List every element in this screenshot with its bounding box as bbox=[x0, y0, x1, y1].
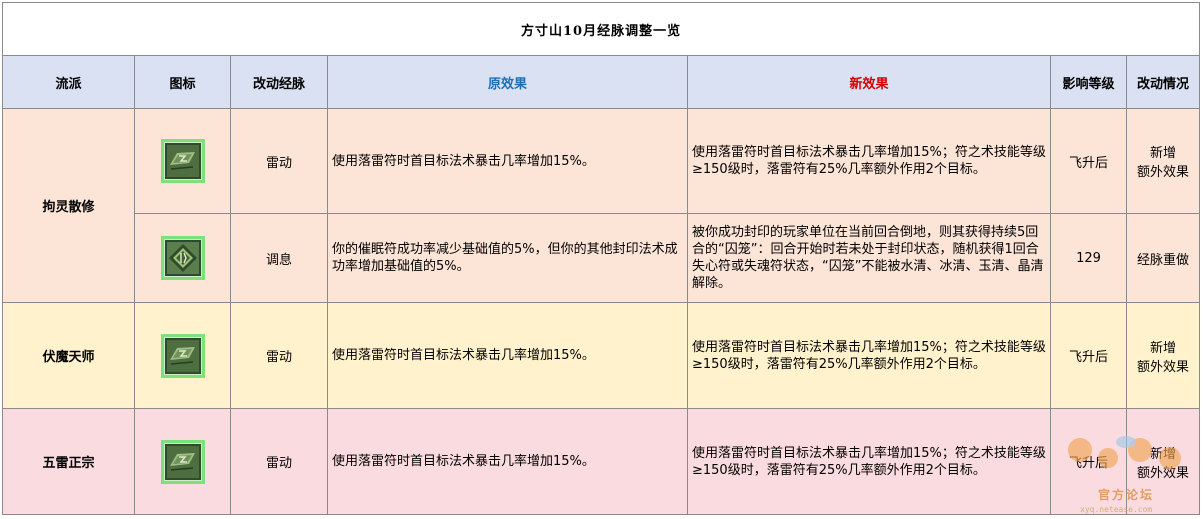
thunder-talisman-icon bbox=[160, 139, 205, 183]
icon-cell bbox=[134, 302, 231, 409]
channel-cell: 调息 bbox=[230, 213, 328, 303]
change-cell: 新增 额外效果 bbox=[1125, 408, 1201, 515]
level-cell: 129 bbox=[1050, 213, 1127, 303]
seal-rune-icon bbox=[160, 236, 205, 280]
table-row: 伏魔天师 雷动 使用落雷符时首目标法术暴击几率增加15%。 使用落雷符时首目标法… bbox=[2, 302, 1201, 409]
change-cell: 新增 额外效果 bbox=[1125, 302, 1201, 409]
table-row: 调息 你的催眠符成功率减少基础值的5%，但你的其他封印法术成功率增加基础值的5%… bbox=[3, 213, 1201, 303]
spreadsheet: 方寸山10月经脉调整一览 流派 图标 改动经脉 原效果 新效果 影响等级 改动情… bbox=[0, 0, 1204, 519]
header-change: 改动情况 bbox=[1125, 55, 1201, 109]
level-cell: 飞升后 bbox=[1050, 108, 1127, 214]
change-cell: 新增 额外效果 bbox=[1125, 108, 1201, 214]
thunder-talisman-icon bbox=[160, 333, 205, 378]
header-old-effect: 原效果 bbox=[327, 55, 688, 109]
thunder-talisman-icon bbox=[160, 439, 205, 484]
old-effect-cell: 你的催眠符成功率减少基础值的5%，但你的其他封印法术成功率增加基础值的5%。 bbox=[327, 213, 688, 303]
channel-cell: 雷动 bbox=[230, 108, 328, 214]
table-row: 五雷正宗 雷动 使用落雷符时首目标法术暴击几率增加15%。 使用落雷符时首目标法… bbox=[2, 408, 1201, 515]
school-cell: 伏魔天师 bbox=[2, 302, 135, 409]
icon-cell bbox=[134, 108, 231, 214]
new-effect-cell: 使用落雷符时首目标法术暴击几率增加15%；符之术技能等级≥150级时，落雷符有2… bbox=[687, 408, 1051, 515]
header-row: 流派 图标 改动经脉 原效果 新效果 影响等级 改动情况 bbox=[2, 55, 1201, 109]
new-effect-cell: 使用落雷符时首目标法术暴击几率增加15%；符之术技能等级≥150级时，落雷符有2… bbox=[687, 108, 1051, 214]
table-row: 拘灵散修 雷动 使用落雷符时首目标法术暴击几率增加15%。 使用落雷符时首目标法… bbox=[2, 108, 1201, 303]
old-effect-cell: 使用落雷符时首目标法术暴击几率增加15%。 bbox=[327, 108, 688, 214]
channel-cell: 雷动 bbox=[230, 302, 328, 409]
header-new-effect: 新效果 bbox=[687, 55, 1051, 109]
school-cell: 拘灵散修 bbox=[2, 108, 135, 303]
old-effect-cell: 使用落雷符时首目标法术暴击几率增加15%。 bbox=[327, 408, 688, 515]
header-school: 流派 bbox=[2, 55, 135, 109]
new-effect-cell: 被你成功封印的玩家单位在当前回合倒地，则其获得持续5回合的“囚笼”：回合开始时若… bbox=[687, 213, 1051, 303]
level-cell: 飞升后 bbox=[1050, 408, 1127, 515]
level-cell: 飞升后 bbox=[1050, 302, 1127, 409]
icon-cell bbox=[134, 213, 231, 303]
new-effect-cell: 使用落雷符时首目标法术暴击几率增加15%；符之术技能等级≥150级时，落雷符有2… bbox=[687, 302, 1051, 409]
header-level: 影响等级 bbox=[1050, 55, 1127, 109]
icon-cell bbox=[134, 408, 231, 515]
channel-cell: 雷动 bbox=[230, 408, 328, 515]
table-title: 方寸山10月经脉调整一览 bbox=[1, 2, 1201, 56]
header-icon: 图标 bbox=[134, 55, 231, 109]
adjustment-table: 方寸山10月经脉调整一览 流派 图标 改动经脉 原效果 新效果 影响等级 改动情… bbox=[1, 2, 1201, 515]
old-effect-cell: 使用落雷符时首目标法术暴击几率增加15%。 bbox=[327, 302, 688, 409]
header-channel: 改动经脉 bbox=[230, 55, 328, 109]
change-cell: 经脉重做 bbox=[1125, 213, 1201, 303]
school-cell: 五雷正宗 bbox=[2, 408, 135, 515]
